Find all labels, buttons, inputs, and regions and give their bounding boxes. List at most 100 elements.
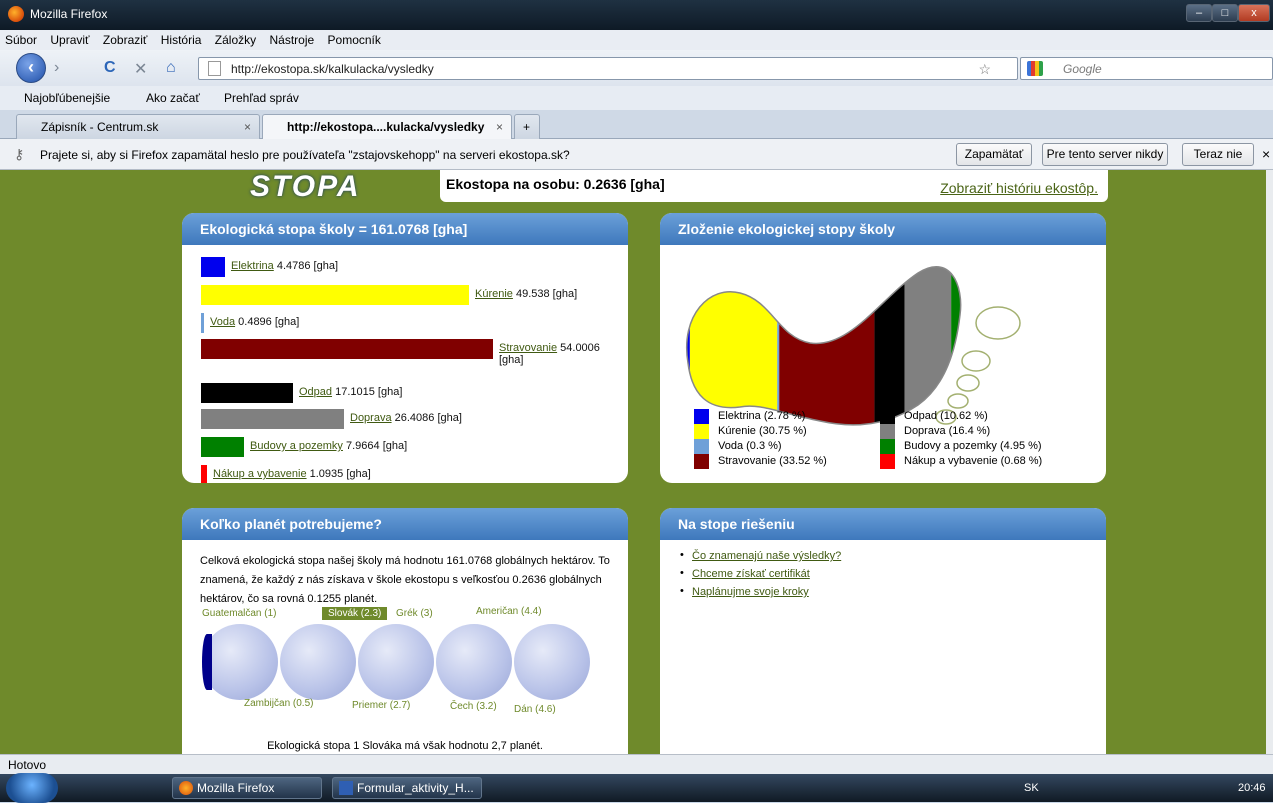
- globe-3: [358, 624, 434, 700]
- panel-title: Ekologická stopa školy = 161.0768 [gha]: [182, 213, 628, 245]
- forward-button[interactable]: ›: [54, 59, 59, 77]
- new-tab-button[interactable]: +: [514, 114, 540, 139]
- legend-right: Odpad (10.62 %) Doprava (16.4 %) Budovy a …: [880, 409, 1080, 473]
- search-placeholder: Google: [1063, 62, 1102, 76]
- bookmarks-toolbar: Najobľúbenejšie Ako začať Prehľad správ: [0, 86, 1273, 110]
- menu-upravit[interactable]: Upraviť: [45, 30, 94, 47]
- planets-panel: Koľko planét potrebujeme? Celková ekolog…: [182, 508, 628, 754]
- category-link[interactable]: Elektrina: [231, 260, 274, 272]
- bar-label-1: Kúrenie 49.538 [gha]: [475, 288, 577, 300]
- remember-button[interactable]: Zapamätať: [956, 143, 1032, 166]
- composition-panel: Zloženie ekologickej stopy školy Elektri…: [660, 213, 1106, 483]
- taskbar-word[interactable]: Formular_aktivity_H...: [332, 777, 482, 799]
- menu-zalozky[interactable]: Záložky: [210, 30, 261, 47]
- globe-1: [202, 624, 278, 700]
- legend-swatch: [880, 424, 895, 439]
- menu-nastroje[interactable]: Nástroje: [264, 30, 319, 47]
- bar-label-3: Stravovanie 54.0006 [gha]: [499, 342, 607, 366]
- bar-label-5: Doprava 26.4086 [gha]: [350, 412, 462, 424]
- globe-4: [436, 624, 512, 700]
- school-footprint-panel: Ekologická stopa školy = 161.0768 [gha] …: [182, 213, 628, 483]
- bar-1: [201, 285, 469, 305]
- category-link[interactable]: Odpad: [299, 386, 332, 398]
- results-link[interactable]: Čo znamenajú naše výsledky?: [692, 550, 841, 562]
- legend-swatch: [694, 409, 709, 424]
- legend-swatch: [694, 439, 709, 454]
- history-link[interactable]: Zobraziť históriu ekostôp.: [940, 180, 1098, 196]
- category-link[interactable]: Stravovanie: [499, 342, 557, 354]
- navigation-toolbar: ‹ › C ✕ ⌂ http://ekostopa.sk/kalkulacka/…: [0, 50, 1273, 86]
- tab-zapisnik[interactable]: Zápisník - Centrum.sk ×: [16, 114, 260, 139]
- menu-subor[interactable]: Súbor: [0, 30, 42, 47]
- certificate-link[interactable]: Chceme získať certifikát: [692, 568, 810, 580]
- globe-label-american: Američan (4.4): [476, 606, 542, 617]
- not-now-button[interactable]: Teraz nie: [1182, 143, 1254, 166]
- maximize-button[interactable]: □: [1212, 4, 1238, 22]
- tab-ekostopa[interactable]: http://ekostopa....kulacka/vysledky ×: [262, 114, 512, 139]
- tab-close-icon[interactable]: ×: [496, 120, 503, 134]
- system-tray: SK 20:46: [1012, 774, 1273, 802]
- bar-label-7: Nákup a vybavenie 1.0935 [gha]: [213, 468, 371, 480]
- footprint-segment-0: [686, 266, 690, 425]
- menu-zobrazit[interactable]: Zobraziť: [98, 30, 153, 47]
- taskbar-firefox[interactable]: Mozilla Firefox: [172, 777, 322, 799]
- legend-left: Elektrina (2.78 %) Kúrenie (30.75 %) Voda …: [694, 409, 874, 473]
- bookmark-najoblubenejsie[interactable]: Najobľúbenejšie: [24, 91, 110, 105]
- page-icon: [208, 61, 221, 76]
- category-link[interactable]: Doprava: [350, 412, 392, 424]
- legend-swatch: [694, 454, 709, 469]
- page-scrollbar[interactable]: [1266, 170, 1273, 754]
- legend-label: Kúrenie (30.75 %): [718, 425, 807, 437]
- window-title: Mozilla Firefox: [30, 7, 108, 21]
- category-link[interactable]: Kúrenie: [475, 288, 513, 300]
- bookmark-star-icon[interactable]: ☆: [978, 61, 991, 78]
- footprint-bar-chart: Elektrina 4.4786 [gha] Kúrenie 49.538 [gh…: [182, 245, 628, 483]
- window-titlebar: Mozilla Firefox – □ x: [0, 0, 1273, 30]
- legend-label: Voda (0.3 %): [718, 440, 782, 452]
- plan-steps-link[interactable]: Naplánujme svoje kroky: [692, 586, 809, 598]
- url-text: http://ekostopa.sk/kalkulacka/vysledky: [231, 62, 434, 76]
- category-link[interactable]: Budovy a pozemky: [250, 440, 343, 452]
- search-input[interactable]: Google: [1020, 57, 1273, 80]
- category-link[interactable]: Voda: [210, 316, 235, 328]
- taskbar-item-label: Formular_aktivity_H...: [357, 781, 474, 795]
- bookmark-ako-zacat[interactable]: Ako začať: [146, 91, 200, 105]
- bar-label-2: Voda 0.4896 [gha]: [210, 316, 299, 328]
- tab-label: Zápisník - Centrum.sk: [41, 120, 159, 134]
- menu-bar: Súbor Upraviť Zobraziť História Záložky …: [0, 30, 1273, 50]
- firefox-icon: [8, 6, 24, 22]
- category-link[interactable]: Nákup a vybavenie: [213, 468, 307, 480]
- never-button[interactable]: Pre tento server nikdy: [1042, 143, 1168, 166]
- stop-button[interactable]: ✕: [134, 59, 147, 79]
- firefox-icon: [179, 781, 193, 795]
- legend-label: Doprava (16.4 %): [904, 425, 991, 437]
- value-label: 17.1015 [gha]: [332, 386, 403, 398]
- home-button[interactable]: ⌂: [166, 59, 176, 77]
- legend-swatch: [694, 424, 709, 439]
- bookmark-prehlad-sprav[interactable]: Prehľad správ: [224, 91, 299, 105]
- ekostopa-logo[interactable]: STOPA: [250, 170, 400, 203]
- globe-2: [280, 624, 356, 700]
- minimize-button[interactable]: –: [1186, 4, 1212, 22]
- globe-label-guatemalcan: Guatemalčan (1): [202, 608, 277, 619]
- bar-2: [201, 313, 204, 333]
- start-button[interactable]: [6, 773, 58, 803]
- clock[interactable]: 20:46: [1238, 782, 1266, 794]
- notification-message: Prajete si, aby si Firefox zapamätal hes…: [40, 148, 570, 162]
- globe-label-priemer: Priemer (2.7): [352, 700, 411, 711]
- tab-close-icon[interactable]: ×: [244, 120, 251, 134]
- reload-button[interactable]: C: [104, 59, 116, 77]
- value-label: 49.538 [gha]: [512, 288, 578, 300]
- legend-label: Elektrina (2.78 %): [718, 410, 806, 422]
- bar-0: [201, 257, 225, 277]
- address-bar[interactable]: http://ekostopa.sk/kalkulacka/vysledky ☆: [198, 57, 1018, 80]
- language-indicator[interactable]: SK: [1024, 782, 1039, 794]
- legend-label: Budovy a pozemky (4.95 %): [904, 440, 1042, 452]
- menu-historia[interactable]: História: [156, 30, 207, 47]
- planets-footer: Ekologická stopa 1 Slováka má však hodno…: [267, 740, 543, 752]
- close-button[interactable]: x: [1238, 4, 1270, 22]
- back-button[interactable]: ‹: [16, 53, 46, 83]
- notification-close-icon[interactable]: ×: [1262, 146, 1270, 162]
- solution-panel: Na stope riešeniu Čo znamenajú naše výsl…: [660, 508, 1106, 754]
- menu-pomocnik[interactable]: Pomocník: [323, 30, 386, 47]
